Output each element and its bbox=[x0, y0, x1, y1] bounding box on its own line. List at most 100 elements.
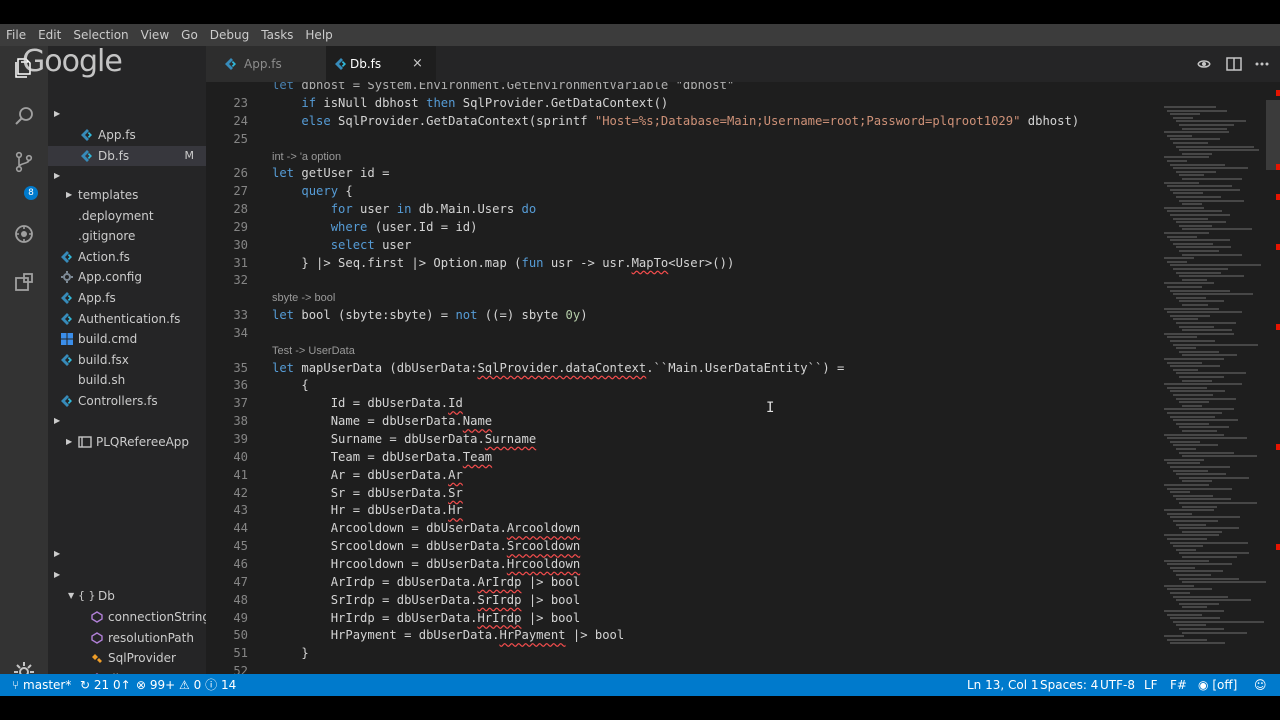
code-line[interactable]: 41 Ar = dbUserData.Ar bbox=[206, 466, 1160, 484]
tab-db-fs[interactable]: Db.fs × bbox=[326, 46, 436, 82]
menu-help[interactable]: Help bbox=[299, 24, 338, 46]
debug-icon[interactable] bbox=[8, 218, 40, 250]
code-line[interactable]: 25 bbox=[206, 130, 1160, 148]
file-app-config[interactable]: App.config bbox=[48, 267, 206, 287]
true[interactable]: ▶ bbox=[48, 104, 206, 124]
source-control-icon[interactable] bbox=[8, 146, 40, 178]
outline-namespace-db[interactable]: ▼ Db bbox=[48, 586, 206, 606]
file-controllers-fs[interactable]: Controllers.fs bbox=[48, 391, 206, 411]
line-number: 35 bbox=[233, 360, 248, 375]
code-line[interactable]: 40 Team = dbUserData.Team bbox=[206, 448, 1160, 466]
true[interactable]: ▶ bbox=[48, 565, 206, 585]
menu-debug[interactable]: Debug bbox=[204, 24, 255, 46]
minimap-line bbox=[1173, 368, 1198, 371]
codelens-type-signature[interactable]: int -> 'a option bbox=[272, 149, 341, 165]
code-line[interactable]: 37 Id = dbUserData.Id bbox=[206, 394, 1160, 412]
file-build-fsx[interactable]: build.fsx bbox=[48, 350, 206, 370]
line-ending[interactable]: LF bbox=[1144, 674, 1158, 696]
outline-item-sqlprovider[interactable]: SqlProvider bbox=[48, 648, 206, 668]
menu-view[interactable]: View bbox=[135, 24, 175, 46]
outline-item-connectionstring[interactable]: connectionString bbox=[48, 607, 206, 627]
code-line[interactable]: 42 Sr = dbUserData.Sr bbox=[206, 484, 1160, 502]
minimap-line bbox=[1176, 347, 1196, 350]
outline-item-resolutionpath[interactable]: resolutionPath bbox=[48, 628, 206, 648]
encoding[interactable]: UTF-8 bbox=[1100, 674, 1135, 696]
open-editor-db-fs[interactable]: Db.fs M bbox=[48, 145, 206, 166]
split-editor-icon[interactable] bbox=[1224, 54, 1244, 74]
code-line[interactable]: 36 { bbox=[206, 376, 1160, 394]
problems-status[interactable]: ⊗ 99+ ⚠ 0 ⓘ 14 bbox=[136, 674, 236, 696]
open-editor-app-fs[interactable]: App.fs bbox=[48, 125, 206, 145]
fsharp-icon bbox=[60, 291, 74, 305]
live-share-status[interactable]: ◉ [off] bbox=[1198, 674, 1237, 696]
minimap-line bbox=[1176, 422, 1209, 425]
minimap-line bbox=[1167, 361, 1202, 364]
file-app-fs[interactable]: App.fs bbox=[48, 288, 206, 308]
file-action-fs[interactable]: Action.fs bbox=[48, 247, 206, 267]
code-line[interactable]: 35 let mapUserData (dbUserData:SqlProvide… bbox=[206, 359, 1160, 377]
tab-app-fs[interactable]: App.fs bbox=[206, 46, 326, 82]
code-line[interactable]: 50 HrPayment = dbUserData.HrPayment |> b… bbox=[206, 626, 1160, 644]
code-line[interactable]: 34 bbox=[206, 324, 1160, 342]
code-line[interactable]: 47 ArIrdp = dbUserData.ArIrdp |> bool bbox=[206, 573, 1160, 591]
branch-status[interactable]: ⑂ master* bbox=[12, 674, 71, 696]
code-line[interactable]: 32 bbox=[206, 271, 1160, 289]
menu-selection[interactable]: Selection bbox=[67, 24, 134, 46]
code-line[interactable]: 24 else SqlProvider.GetDataContext(sprin… bbox=[206, 112, 1160, 130]
code-line[interactable]: 26 let getUser id = bbox=[206, 164, 1160, 182]
code-line[interactable]: 51 } bbox=[206, 644, 1160, 662]
search-icon[interactable] bbox=[8, 100, 40, 132]
code-line[interactable]: 46 Hrcooldown = dbUserData.Hrcooldown bbox=[206, 555, 1160, 573]
menu-tasks[interactable]: Tasks bbox=[255, 24, 299, 46]
code-line[interactable]: 48 SrIrdp = dbUserData.SrIrdp |> bool bbox=[206, 591, 1160, 609]
file-build-sh[interactable]: build.sh bbox=[48, 370, 206, 390]
sync-status[interactable]: ↻ 21 0↑ bbox=[80, 674, 131, 696]
language-mode[interactable]: F# bbox=[1170, 674, 1187, 696]
cursor-position[interactable]: Ln 13, Col 1 bbox=[967, 674, 1039, 696]
code-editor[interactable]: let dbhost = System.Environment.GetEnvir… bbox=[206, 82, 1160, 682]
code-line[interactable]: 38 Name = dbUserData.Name bbox=[206, 412, 1160, 430]
code-line[interactable]: 29 where (user.Id = id) bbox=[206, 218, 1160, 236]
code-line[interactable]: 30 select user bbox=[206, 236, 1160, 254]
codelens-type-signature[interactable]: sbyte -> bool bbox=[272, 290, 335, 306]
code-line[interactable]: 39 Surname = dbUserData.Surname bbox=[206, 430, 1160, 448]
menu-file[interactable]: File bbox=[0, 24, 32, 46]
editor-scrollbar[interactable] bbox=[1266, 82, 1280, 682]
indentation[interactable]: Spaces: 4 bbox=[1040, 674, 1098, 696]
menu-edit[interactable]: Edit bbox=[32, 24, 67, 46]
minimap-line bbox=[1176, 196, 1221, 198]
file-build-cmd[interactable]: build.cmd bbox=[48, 329, 206, 349]
scrollbar-thumb[interactable] bbox=[1266, 100, 1280, 170]
code-line[interactable]: 33 let bool (sbyte:sbyte) = not ((=) sbyt… bbox=[206, 306, 1160, 324]
code-line[interactable]: 45 Srcooldown = dbUserData.Srcooldown bbox=[206, 537, 1160, 555]
folder-templates[interactable]: ▶ templates bbox=[48, 185, 206, 205]
code-line[interactable]: 43 Hr = dbUserData.Hr bbox=[206, 501, 1160, 519]
code-line[interactable]: 27 query { bbox=[206, 182, 1160, 200]
more-actions-icon[interactable] bbox=[1252, 54, 1272, 74]
code-line[interactable]: 44 Arcooldown = dbUserData.Arcooldown bbox=[206, 519, 1160, 537]
minimap-line bbox=[1182, 354, 1237, 357]
minimap[interactable] bbox=[1160, 82, 1280, 682]
minimap-line bbox=[1182, 253, 1242, 256]
true[interactable]: ▶ bbox=[48, 411, 206, 431]
file-authentication-fs[interactable]: Authentication.fs bbox=[48, 309, 206, 329]
code-line[interactable]: 31 } |> Seq.first |> Option.map (fun usr… bbox=[206, 254, 1160, 272]
extensions-icon[interactable] bbox=[8, 266, 40, 298]
line-number: 26 bbox=[233, 166, 248, 181]
true[interactable]: ▶ bbox=[48, 166, 206, 186]
chevron-right-icon: ▶ bbox=[54, 549, 61, 558]
file--deployment[interactable]: .deployment bbox=[48, 206, 206, 226]
project-item-plqrefereeapp[interactable]: ▶ PLQRefereeApp bbox=[48, 432, 206, 452]
false[interactable]: ▶ bbox=[48, 544, 206, 564]
tab-close-button[interactable]: × bbox=[412, 46, 423, 82]
line-number: 51 bbox=[233, 646, 248, 661]
codelens-type-signature[interactable]: Test -> UserData bbox=[272, 343, 355, 359]
open-changes-icon[interactable] bbox=[1194, 54, 1214, 74]
file--gitignore[interactable]: .gitignore bbox=[48, 226, 206, 246]
menu-go[interactable]: Go bbox=[175, 24, 204, 46]
code-line[interactable]: 23 if isNull dbhost then SqlProvider.Get… bbox=[206, 94, 1160, 112]
code-line[interactable]: 49 HrIrdp = dbUserData.HrIrdp |> bool bbox=[206, 609, 1160, 627]
gear-file-icon bbox=[60, 270, 74, 284]
code-line[interactable]: 28 for user in db.Main.Users do bbox=[206, 200, 1160, 218]
feedback-smiley-icon[interactable]: ☺ bbox=[1254, 674, 1267, 696]
